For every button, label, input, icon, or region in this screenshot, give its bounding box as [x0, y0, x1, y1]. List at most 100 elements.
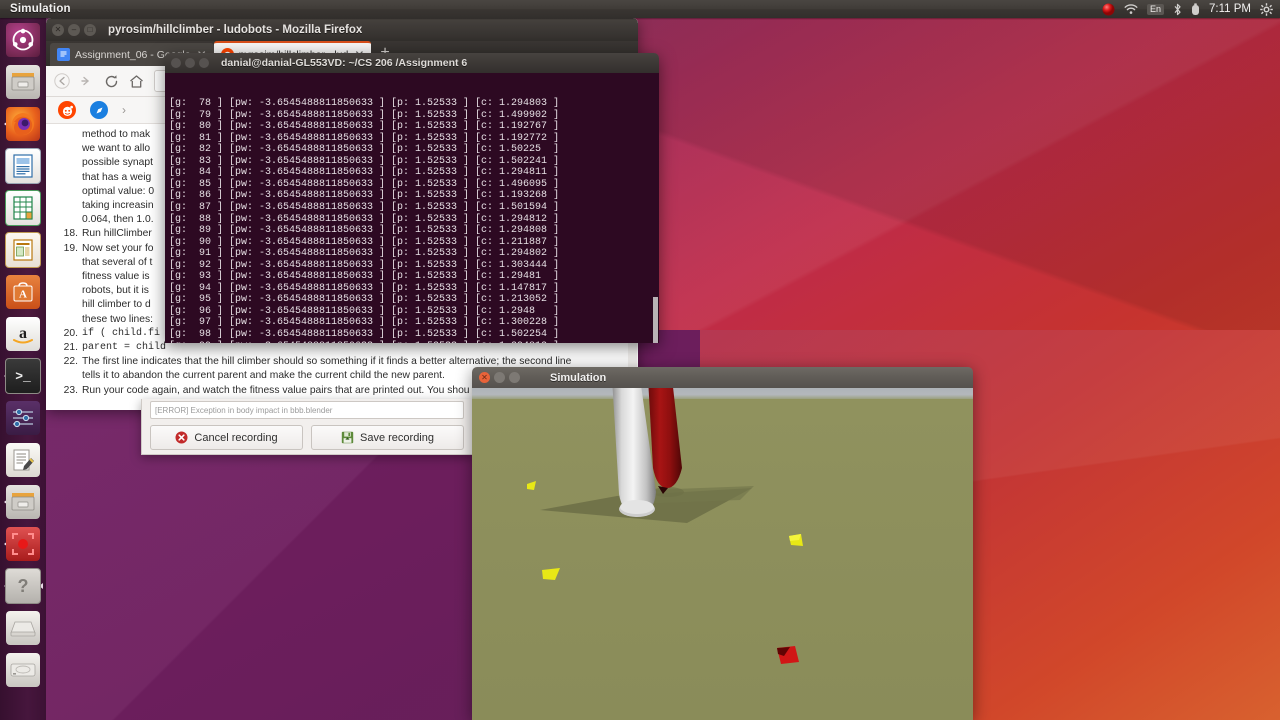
launcher-item-screencast-recorder[interactable]	[4, 525, 42, 563]
simulation-titlebar[interactable]: ✕ Simulation	[472, 367, 973, 388]
terminal-window[interactable]: danial@danial-GL553VD: ~/CS 206 /Assignm…	[165, 53, 659, 343]
launcher-item-text-editor[interactable]	[4, 441, 42, 479]
yellow-marker-2	[542, 568, 560, 580]
back-icon[interactable]	[54, 73, 70, 89]
terminal-scrollbar[interactable]	[653, 297, 658, 343]
svg-text:a: a	[19, 325, 27, 342]
instruction-number: 23.	[63, 384, 78, 396]
gear-icon[interactable]	[1260, 1, 1273, 17]
keyboard-layout-indicator[interactable]: En	[1147, 1, 1165, 17]
desktop-screen: Simulation En 7:11 PM A a >_ ? ✕ – □ pyr…	[0, 0, 1280, 720]
svg-text:A: A	[19, 289, 27, 301]
maximize-icon[interactable]	[509, 372, 520, 383]
launcher-item-ubuntu-dash[interactable]	[4, 21, 42, 59]
terminal-titlebar[interactable]: danial@danial-GL553VD: ~/CS 206 /Assignm…	[165, 53, 659, 73]
launcher-item-amazon[interactable]: a	[4, 315, 42, 353]
instruction-text: parent = child	[82, 342, 167, 354]
bookmark-compass-icon[interactable]	[90, 101, 108, 119]
terminal-line: [g: 83 ] [pw: -3.6545488811850633 ] [p: …	[169, 155, 560, 167]
terminal-output[interactable]: [g: 78 ] [pw: -3.6545488811850633 ] [p: …	[165, 73, 659, 343]
forward-icon[interactable]	[80, 74, 94, 88]
unity-launcher: A a >_ ?	[0, 18, 46, 720]
terminal-line: [g: 94 ] [pw: -3.6545488811850633 ] [p: …	[169, 282, 560, 294]
launcher-item-system-settings[interactable]	[4, 399, 42, 437]
clock[interactable]: 7:11 PM	[1209, 3, 1251, 15]
terminal-line: [g: 99 ] [pw: -3.6545488811850633 ] [p: …	[169, 341, 659, 343]
terminal-line: [g: 98 ] [pw: -3.6545488811850633 ] [p: …	[169, 329, 560, 341]
document-icon	[57, 48, 70, 61]
close-icon[interactable]: ✕	[52, 23, 64, 36]
simulation-window[interactable]: ✕ Simulation	[472, 367, 973, 720]
terminal-line: [g: 97 ] [pw: -3.6545488811850633 ] [p: …	[169, 317, 560, 329]
save-disk-icon	[341, 431, 354, 444]
reload-icon[interactable]	[104, 74, 119, 89]
launcher-item-firefox[interactable]	[4, 105, 42, 143]
terminal-line: [g: 92 ] [pw: -3.6545488811850633 ] [p: …	[169, 259, 560, 271]
bookmarks-overflow-icon[interactable]: ›	[122, 103, 126, 117]
launcher-item-libreoffice-calc[interactable]	[4, 189, 42, 227]
recording-indicator-icon[interactable]	[1102, 1, 1115, 17]
close-icon[interactable]	[171, 58, 181, 68]
cancel-recording-label: Cancel recording	[194, 431, 278, 444]
terminal-line: [g: 90 ] [pw: -3.6545488811850633 ] [p: …	[169, 236, 560, 248]
launcher-item-files-window[interactable]	[4, 483, 42, 521]
firefox-titlebar[interactable]: ✕ – □ pyrosim/hillclimber - ludobots - M…	[46, 18, 638, 41]
terminal-line: [g: 82 ] [pw: -3.6545488811850633 ] [p: …	[169, 144, 560, 156]
terminal-line: [g: 93 ] [pw: -3.6545488811850633 ] [p: …	[169, 271, 560, 283]
maximize-icon[interactable]: □	[84, 23, 96, 36]
terminal-line: [g: 95 ] [pw: -3.6545488811850633 ] [p: …	[169, 294, 560, 306]
recording-status-field: [ERROR] Exception in body impact in bbb.…	[150, 401, 464, 419]
terminal-line: [g: 80 ] [pw: -3.6545488811850633 ] [p: …	[169, 121, 560, 133]
scene-objects	[527, 388, 803, 664]
launcher-item-unknown-app[interactable]: ?	[4, 567, 43, 605]
instruction-number: 22.	[63, 356, 78, 368]
recording-button-row: Cancel recording Save recording	[142, 419, 472, 450]
launcher-item-ubuntu-software[interactable]: A	[4, 273, 42, 311]
terminal-line: [g: 81 ] [pw: -3.6545488811850633 ] [p: …	[169, 132, 560, 144]
minimize-icon[interactable]: –	[68, 23, 80, 36]
terminal-line: [g: 86 ] [pw: -3.6545488811850633 ] [p: …	[169, 190, 560, 202]
terminal-lines: [g: 78 ] [pw: -3.6545488811850633 ] [p: …	[169, 98, 659, 343]
simulation-3d-viewport[interactable]	[472, 388, 973, 720]
home-icon[interactable]	[129, 74, 144, 89]
terminal-line: [g: 96 ] [pw: -3.6545488811850633 ] [p: …	[169, 305, 560, 317]
launcher-item-libreoffice-writer[interactable]	[4, 147, 42, 185]
launcher-item-libreoffice-impress[interactable]	[4, 231, 42, 269]
screencast-recording-bar[interactable]: [ERROR] Exception in body impact in bbb.…	[141, 399, 473, 455]
terminal-line: [g: 84 ] [pw: -3.6545488811850633 ] [p: …	[169, 167, 560, 179]
terminal-line: [g: 85 ] [pw: -3.6545488811850633 ] [p: …	[169, 178, 560, 190]
terminal-window-title: danial@danial-GL553VD: ~/CS 206 /Assignm…	[221, 57, 468, 69]
cancel-circle-icon	[175, 431, 188, 444]
launcher-item-disk-drive-1[interactable]	[4, 609, 42, 647]
bluetooth-icon[interactable]	[1173, 1, 1182, 17]
minimize-icon[interactable]	[185, 58, 195, 68]
battery-icon[interactable]	[1191, 1, 1200, 17]
launcher-item-disk-drive-2[interactable]	[4, 651, 42, 689]
save-recording-button[interactable]: Save recording	[311, 425, 464, 450]
instruction-number: 21.	[63, 342, 78, 354]
terminal-line: [g: 78 ] [pw: -3.6545488811850633 ] [p: …	[169, 98, 560, 110]
simulation-window-title: Simulation	[550, 371, 607, 384]
instruction-number: 18.	[63, 228, 78, 240]
unity-top-panel: Simulation En 7:11 PM	[0, 0, 1280, 18]
wifi-icon[interactable]	[1124, 1, 1138, 17]
firefox-window-title: pyrosim/hillclimber - ludobots - Mozilla…	[108, 23, 363, 36]
terminal-line: [g: 89 ] [pw: -3.6545488811850633 ] [p: …	[169, 225, 560, 237]
instruction-number: 20.	[63, 327, 78, 339]
cancel-recording-button[interactable]: Cancel recording	[150, 425, 303, 450]
terminal-line: [g: 87 ] [pw: -3.6545488811850633 ] [p: …	[169, 202, 560, 214]
white-cylinder-limb	[612, 388, 656, 514]
terminal-line: [g: 91 ] [pw: -3.6545488811850633 ] [p: …	[169, 248, 560, 260]
terminal-line: [g: 79 ] [pw: -3.6545488811850633 ] [p: …	[169, 109, 560, 121]
close-icon[interactable]: ✕	[479, 372, 490, 383]
yellow-marker-1	[527, 481, 536, 490]
bookmark-reddit-icon[interactable]	[58, 101, 76, 119]
launcher-item-files[interactable]	[4, 63, 42, 101]
maximize-icon[interactable]	[199, 58, 209, 68]
minimize-icon[interactable]	[494, 372, 505, 383]
instruction-number: 19.	[63, 242, 78, 254]
terminal-line: [g: 88 ] [pw: -3.6545488811850633 ] [p: …	[169, 213, 560, 225]
launcher-item-terminal[interactable]: >_	[4, 357, 42, 395]
instruction-item: 21. parent = child	[56, 341, 628, 355]
save-recording-label: Save recording	[360, 431, 434, 444]
